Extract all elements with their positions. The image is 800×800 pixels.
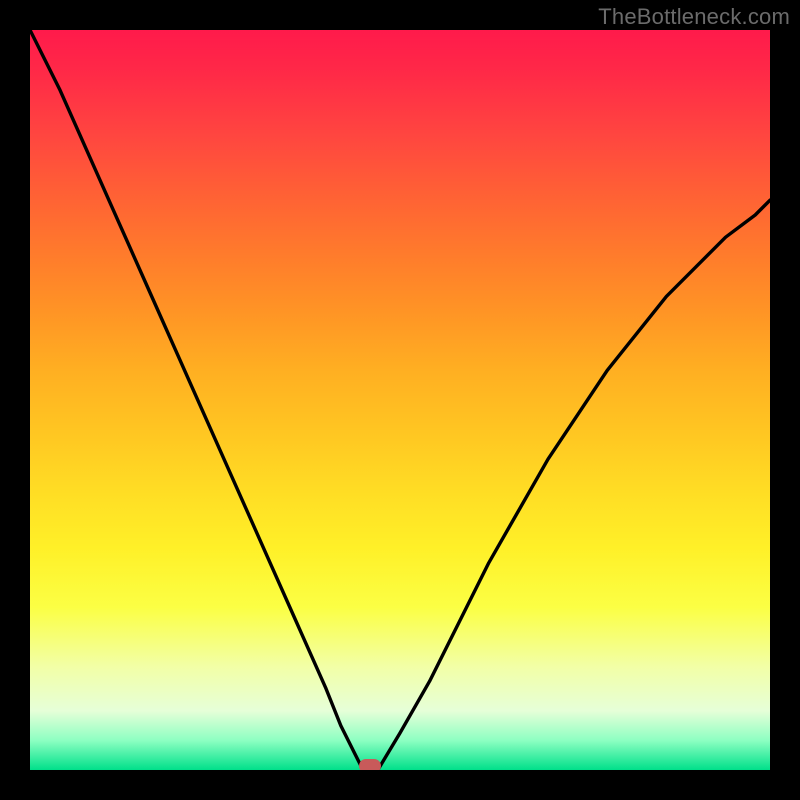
- chart-frame: TheBottleneck.com: [0, 0, 800, 800]
- optimum-marker: [359, 759, 381, 770]
- bottleneck-curve: [30, 30, 770, 770]
- watermark-text: TheBottleneck.com: [598, 4, 790, 30]
- curve-path: [30, 30, 770, 770]
- plot-area: [30, 30, 770, 770]
